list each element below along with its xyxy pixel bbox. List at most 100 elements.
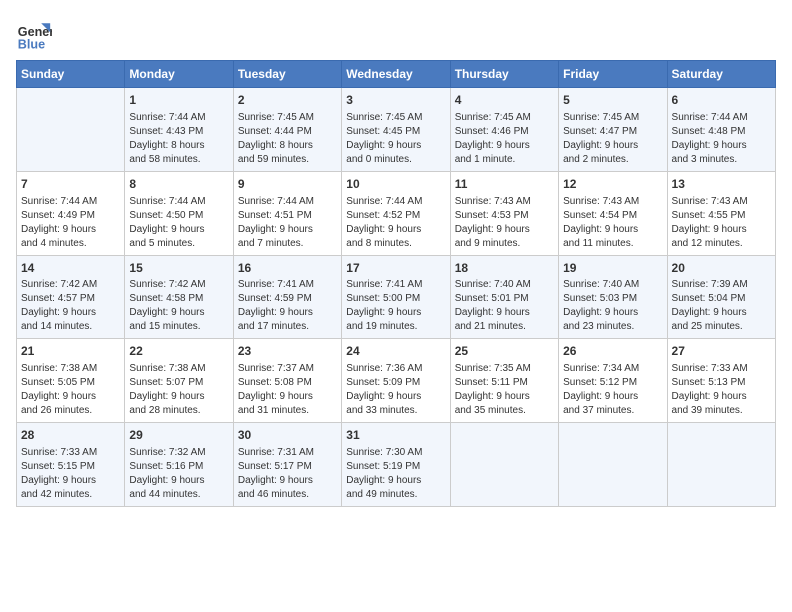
day-number: 25 [455, 343, 554, 360]
day-info: Sunrise: 7:37 AM Sunset: 5:08 PM Dayligh… [238, 362, 337, 418]
day-info: Sunrise: 7:43 AM Sunset: 4:53 PM Dayligh… [455, 195, 554, 251]
day-number: 10 [346, 176, 445, 193]
day-number: 27 [672, 343, 771, 360]
day-info: Sunrise: 7:40 AM Sunset: 5:01 PM Dayligh… [455, 278, 554, 334]
day-number: 29 [129, 427, 228, 444]
calendar-cell: 4 Sunrise: 7:45 AM Sunset: 4:46 PM Daylig… [450, 88, 558, 172]
calendar-table: SundayMondayTuesdayWednesdayThursdayFrid… [16, 60, 776, 507]
day-info: Sunrise: 7:45 AM Sunset: 4:44 PM Dayligh… [238, 111, 337, 167]
day-info: Sunrise: 7:38 AM Sunset: 5:05 PM Dayligh… [21, 362, 120, 418]
day-info: Sunrise: 7:45 AM Sunset: 4:47 PM Dayligh… [563, 111, 662, 167]
calendar-cell: 31 Sunrise: 7:30 AM Sunset: 5:19 PM Dayli… [342, 423, 450, 507]
day-number: 16 [238, 260, 337, 277]
day-info: Sunrise: 7:42 AM Sunset: 4:58 PM Dayligh… [129, 278, 228, 334]
day-info: Sunrise: 7:35 AM Sunset: 5:11 PM Dayligh… [455, 362, 554, 418]
day-info: Sunrise: 7:45 AM Sunset: 4:46 PM Dayligh… [455, 111, 554, 167]
day-info: Sunrise: 7:44 AM Sunset: 4:52 PM Dayligh… [346, 195, 445, 251]
calendar-row: 1 Sunrise: 7:44 AM Sunset: 4:43 PM Daylig… [17, 88, 776, 172]
calendar-cell: 13 Sunrise: 7:43 AM Sunset: 4:55 PM Dayli… [667, 171, 775, 255]
calendar-cell: 6 Sunrise: 7:44 AM Sunset: 4:48 PM Daylig… [667, 88, 775, 172]
calendar-row: 7Sunrise: 7:44 AM Sunset: 4:49 PM Daylig… [17, 171, 776, 255]
day-info: Sunrise: 7:43 AM Sunset: 4:55 PM Dayligh… [672, 195, 771, 251]
day-number: 8 [129, 176, 228, 193]
day-info: Sunrise: 7:36 AM Sunset: 5:09 PM Dayligh… [346, 362, 445, 418]
day-info: Sunrise: 7:33 AM Sunset: 5:13 PM Dayligh… [672, 362, 771, 418]
calendar-cell: 23Sunrise: 7:37 AM Sunset: 5:08 PM Dayli… [233, 339, 341, 423]
calendar-cell [667, 423, 775, 507]
calendar-cell: 14Sunrise: 7:42 AM Sunset: 4:57 PM Dayli… [17, 255, 125, 339]
page-header: General Blue [16, 16, 776, 52]
calendar-row: 21 Sunrise: 7:38 AM Sunset: 5:05 PM Dayli… [17, 339, 776, 423]
day-number: 6 [672, 92, 771, 109]
day-info: Sunrise: 7:39 AM Sunset: 5:04 PM Dayligh… [672, 278, 771, 334]
day-number: 28 [21, 427, 120, 444]
weekday-header: Monday [125, 61, 233, 88]
calendar-cell: 22 Sunrise: 7:38 AM Sunset: 5:07 PM Dayli… [125, 339, 233, 423]
calendar-cell: 19Sunrise: 7:40 AM Sunset: 5:03 PM Dayli… [559, 255, 667, 339]
day-number: 30 [238, 427, 337, 444]
weekday-header: Tuesday [233, 61, 341, 88]
logo-icon: General Blue [16, 16, 52, 52]
day-number: 1 [129, 92, 228, 109]
day-number: 5 [563, 92, 662, 109]
calendar-cell: 3 Sunrise: 7:45 AM Sunset: 4:45 PM Daylig… [342, 88, 450, 172]
day-number: 31 [346, 427, 445, 444]
weekday-header: Wednesday [342, 61, 450, 88]
calendar-cell: 10 Sunrise: 7:44 AM Sunset: 4:52 PM Dayli… [342, 171, 450, 255]
day-number: 18 [455, 260, 554, 277]
day-info: Sunrise: 7:33 AM Sunset: 5:15 PM Dayligh… [21, 446, 120, 502]
calendar-cell: 18Sunrise: 7:40 AM Sunset: 5:01 PM Dayli… [450, 255, 558, 339]
day-number: 3 [346, 92, 445, 109]
day-number: 17 [346, 260, 445, 277]
calendar-cell: 28 Sunrise: 7:33 AM Sunset: 5:15 PM Dayli… [17, 423, 125, 507]
weekday-header: Thursday [450, 61, 558, 88]
calendar-cell [17, 88, 125, 172]
calendar-row: 28 Sunrise: 7:33 AM Sunset: 5:15 PM Dayli… [17, 423, 776, 507]
calendar-cell: 20Sunrise: 7:39 AM Sunset: 5:04 PM Dayli… [667, 255, 775, 339]
calendar-cell: 26Sunrise: 7:34 AM Sunset: 5:12 PM Dayli… [559, 339, 667, 423]
day-number: 21 [21, 343, 120, 360]
calendar-cell: 15Sunrise: 7:42 AM Sunset: 4:58 PM Dayli… [125, 255, 233, 339]
calendar-cell: 8Sunrise: 7:44 AM Sunset: 4:50 PM Daylig… [125, 171, 233, 255]
calendar-cell: 7Sunrise: 7:44 AM Sunset: 4:49 PM Daylig… [17, 171, 125, 255]
svg-text:Blue: Blue [18, 37, 45, 51]
calendar-cell: 16Sunrise: 7:41 AM Sunset: 4:59 PM Dayli… [233, 255, 341, 339]
day-number: 14 [21, 260, 120, 277]
calendar-cell: 5 Sunrise: 7:45 AM Sunset: 4:47 PM Daylig… [559, 88, 667, 172]
day-info: Sunrise: 7:45 AM Sunset: 4:45 PM Dayligh… [346, 111, 445, 167]
calendar-cell: 12Sunrise: 7:43 AM Sunset: 4:54 PM Dayli… [559, 171, 667, 255]
day-info: Sunrise: 7:41 AM Sunset: 4:59 PM Dayligh… [238, 278, 337, 334]
day-number: 11 [455, 176, 554, 193]
calendar-row: 14Sunrise: 7:42 AM Sunset: 4:57 PM Dayli… [17, 255, 776, 339]
calendar-cell: 11 Sunrise: 7:43 AM Sunset: 4:53 PM Dayli… [450, 171, 558, 255]
day-info: Sunrise: 7:30 AM Sunset: 5:19 PM Dayligh… [346, 446, 445, 502]
day-number: 19 [563, 260, 662, 277]
weekday-header: Saturday [667, 61, 775, 88]
day-number: 20 [672, 260, 771, 277]
weekday-header: Friday [559, 61, 667, 88]
day-info: Sunrise: 7:32 AM Sunset: 5:16 PM Dayligh… [129, 446, 228, 502]
day-number: 4 [455, 92, 554, 109]
day-info: Sunrise: 7:44 AM Sunset: 4:49 PM Dayligh… [21, 195, 120, 251]
day-info: Sunrise: 7:34 AM Sunset: 5:12 PM Dayligh… [563, 362, 662, 418]
calendar-cell: 21 Sunrise: 7:38 AM Sunset: 5:05 PM Dayli… [17, 339, 125, 423]
weekday-header: Sunday [17, 61, 125, 88]
calendar-cell: 25 Sunrise: 7:35 AM Sunset: 5:11 PM Dayli… [450, 339, 558, 423]
calendar-cell: 9Sunrise: 7:44 AM Sunset: 4:51 PM Daylig… [233, 171, 341, 255]
calendar-cell: 2Sunrise: 7:45 AM Sunset: 4:44 PM Daylig… [233, 88, 341, 172]
day-number: 22 [129, 343, 228, 360]
calendar-cell: 1 Sunrise: 7:44 AM Sunset: 4:43 PM Daylig… [125, 88, 233, 172]
day-info: Sunrise: 7:44 AM Sunset: 4:48 PM Dayligh… [672, 111, 771, 167]
calendar-cell: 17Sunrise: 7:41 AM Sunset: 5:00 PM Dayli… [342, 255, 450, 339]
day-number: 15 [129, 260, 228, 277]
calendar-header-row: SundayMondayTuesdayWednesdayThursdayFrid… [17, 61, 776, 88]
calendar-cell: 30Sunrise: 7:31 AM Sunset: 5:17 PM Dayli… [233, 423, 341, 507]
day-number: 12 [563, 176, 662, 193]
calendar-cell: 29 Sunrise: 7:32 AM Sunset: 5:16 PM Dayli… [125, 423, 233, 507]
calendar-cell [559, 423, 667, 507]
day-info: Sunrise: 7:40 AM Sunset: 5:03 PM Dayligh… [563, 278, 662, 334]
day-info: Sunrise: 7:38 AM Sunset: 5:07 PM Dayligh… [129, 362, 228, 418]
day-number: 13 [672, 176, 771, 193]
day-info: Sunrise: 7:42 AM Sunset: 4:57 PM Dayligh… [21, 278, 120, 334]
day-info: Sunrise: 7:44 AM Sunset: 4:43 PM Dayligh… [129, 111, 228, 167]
